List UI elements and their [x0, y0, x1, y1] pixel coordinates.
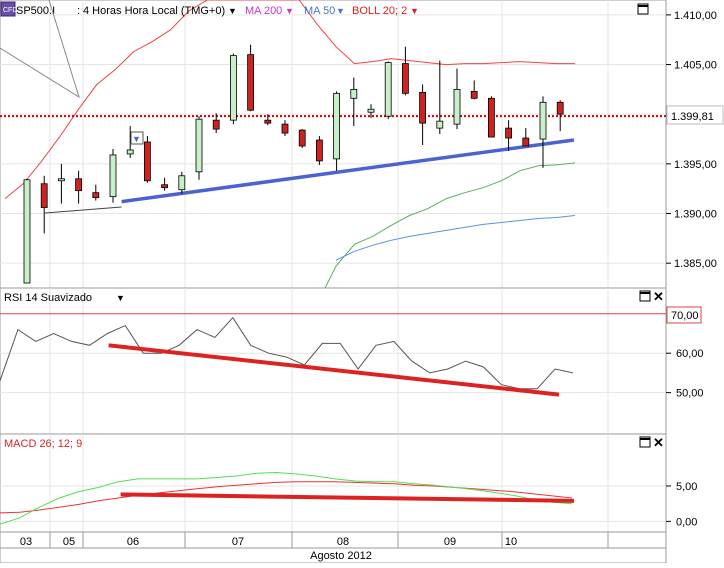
- candle-bear: [212, 119, 220, 130]
- price-axis: 1.410,001.405,001.400,001.395,001.390,00…: [666, 10, 717, 270]
- candle-bull: [539, 101, 547, 140]
- macd-panel: 5,00 0,00 MACD 26; 12; 9 ✕: [0, 433, 697, 533]
- header-timeframe[interactable]: 4 Horas Hora Local (TMG+0): [83, 5, 225, 17]
- candle-bull: [229, 55, 237, 121]
- rsi-level-label: 70,00: [671, 310, 699, 322]
- price-tick-label: 1.410,00: [674, 10, 717, 22]
- macd-tick-label: 0,00: [676, 516, 697, 528]
- x-axis-day-label: 10: [505, 536, 517, 548]
- boll-dropdown-arrow-icon[interactable]: ▼: [410, 6, 419, 16]
- candle-bear: [92, 192, 100, 199]
- candle-bull: [126, 149, 134, 155]
- candle-bear: [161, 184, 169, 189]
- macd-close-icon[interactable]: ✕: [653, 435, 664, 450]
- price-panel: 1.410,001.405,001.400,001.395,001.390,00…: [0, 0, 724, 304]
- last-price-label: 1.399,81: [671, 111, 714, 123]
- candle-bear: [75, 178, 82, 192]
- x-axis: 03 05 06 07 08 09 10 Agosto 2012: [0, 531, 667, 564]
- x-axis-day-label: 09: [444, 536, 456, 548]
- candle-bear: [281, 123, 289, 134]
- rsi-panel: 60,00 50,00 RSI 14 Suavizado ▼ 70,00 ✕: [0, 287, 704, 435]
- rsi-tick-label: 60,00: [676, 348, 704, 360]
- candle-bull: [109, 154, 117, 198]
- legend-ma200[interactable]: MA 200: [245, 5, 282, 17]
- x-axis-day-label: 08: [337, 536, 349, 548]
- x-axis-day-label: 03: [20, 536, 32, 548]
- x-axis-day-label: 07: [232, 536, 244, 548]
- candle-bear: [264, 119, 272, 124]
- candle-bear: [40, 183, 48, 208]
- rsi-tick-label: 50,00: [676, 388, 704, 400]
- signal-marker-arrow-icon: ▼: [132, 134, 141, 144]
- candle-bear: [315, 139, 323, 162]
- trading-chart: 1.410,001.405,001.400,001.395,001.390,00…: [0, 0, 724, 564]
- macd-tick-label: 5,00: [676, 481, 697, 493]
- ma200-dropdown-arrow-icon[interactable]: ▼: [285, 6, 294, 16]
- header-dropdown-arrow-icon[interactable]: ▼: [228, 6, 237, 16]
- header-symbol[interactable]: SP500.I: [16, 5, 55, 17]
- legend-boll[interactable]: BOLL 20; 2: [352, 5, 407, 17]
- candle-bear: [487, 97, 495, 138]
- candle-bull: [23, 179, 31, 284]
- rsi-title[interactable]: RSI 14 Suavizado: [4, 292, 92, 304]
- candle-bull: [350, 88, 358, 99]
- candle-bear: [470, 90, 478, 99]
- price-tick-label: 1.385,00: [674, 258, 717, 270]
- candle-bear: [143, 141, 151, 182]
- price-tick-label: 1.395,00: [674, 159, 717, 171]
- candle-bull: [178, 175, 186, 191]
- candle-bull: [384, 62, 392, 117]
- x-axis-month: Agosto 2012: [310, 550, 372, 562]
- candle-bull: [333, 92, 341, 160]
- rsi-axis: 60,00 50,00: [666, 348, 704, 400]
- price-tick-label: 1.390,00: [674, 209, 717, 221]
- candle-bear: [522, 137, 530, 147]
- candle-bull: [195, 118, 203, 173]
- candle-bear: [419, 91, 427, 124]
- candle-bear: [298, 129, 306, 147]
- candle-bull: [453, 88, 461, 125]
- ma50-dropdown-arrow-icon[interactable]: ▼: [336, 6, 345, 16]
- x-axis-day-label: 06: [127, 536, 139, 548]
- macd-title[interactable]: MACD 26; 12; 9: [4, 438, 82, 450]
- candle-bull: [436, 120, 444, 129]
- x-axis-day-label: 05: [63, 536, 75, 548]
- rsi-dropdown-arrow-icon[interactable]: ▼: [116, 293, 125, 303]
- macd-panel-frame: [0, 433, 667, 533]
- legend-ma50[interactable]: MA 50: [304, 5, 335, 17]
- candle-bear: [401, 63, 409, 94]
- candle-bear: [556, 101, 564, 115]
- candle-bull: [58, 178, 65, 182]
- header-sep: :: [77, 5, 80, 17]
- rsi-close-icon[interactable]: ✕: [653, 289, 664, 304]
- rsi-panel-frame: [0, 287, 667, 435]
- macd-axis: 5,00 0,00: [666, 481, 697, 528]
- candle-bear: [247, 54, 255, 111]
- candle-bull: [367, 108, 375, 113]
- price-tick-label: 1.405,00: [674, 60, 717, 72]
- candle-bear: [505, 127, 513, 139]
